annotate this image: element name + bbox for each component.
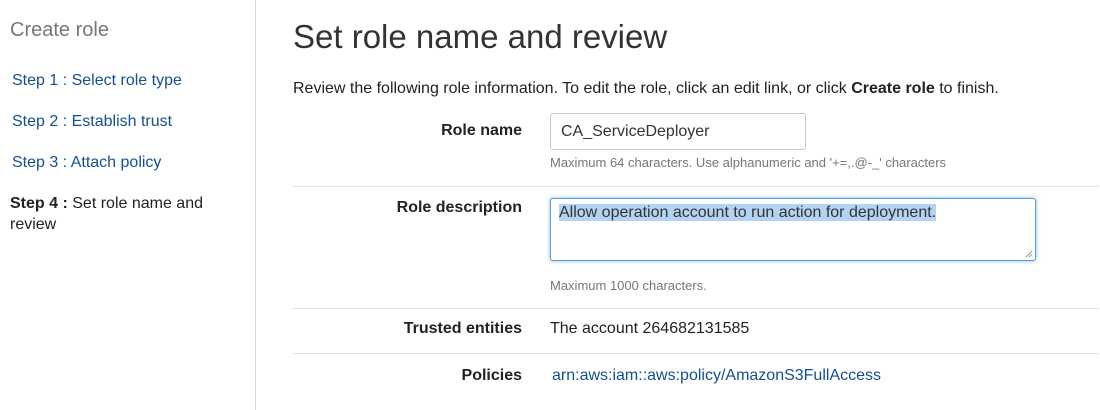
- sidebar-title: Create role: [10, 19, 109, 41]
- intro-text-start: Review the following role information. T…: [293, 80, 852, 97]
- step-3-link[interactable]: Step 3 : Attach policy: [12, 152, 242, 173]
- role-description-hint: Maximum 1000 characters.: [550, 278, 707, 293]
- step-4-prefix: Step 4 :: [10, 195, 68, 212]
- role-name-label: Role name: [441, 122, 522, 139]
- wizard-sidebar: Create role Step 1 : Select role type St…: [0, 0, 256, 410]
- intro-text: Review the following role information. T…: [293, 80, 999, 98]
- step-1-link[interactable]: Step 1 : Select role type: [12, 70, 242, 91]
- role-description-label: Role description: [396, 199, 522, 216]
- trusted-entities-value: The account 264682131585: [550, 320, 750, 337]
- trusted-entities-label: Trusted entities: [403, 320, 522, 337]
- divider: [293, 186, 1099, 187]
- policies-label: Policies: [461, 367, 522, 384]
- role-description-textarea[interactable]: Allow operation account to run action fo…: [550, 198, 1036, 261]
- intro-text-bold: Create role: [851, 80, 935, 97]
- divider: [293, 353, 1099, 354]
- intro-text-end: to finish.: [934, 80, 999, 97]
- step-2-link[interactable]: Step 2 : Establish trust: [12, 111, 242, 132]
- role-name-hint: Maximum 64 characters. Use alphanumeric …: [550, 155, 947, 170]
- role-name-input[interactable]: CA_ServiceDeployer: [550, 113, 806, 150]
- page-title: Set role name and review: [293, 18, 668, 55]
- resize-handle-icon[interactable]: [1025, 250, 1033, 258]
- step-4-current: Step 4 : Set role name and review: [10, 193, 240, 235]
- role-description-text: Allow operation account to run action fo…: [559, 204, 937, 221]
- policy-link[interactable]: arn:aws:iam::aws:policy/AmazonS3FullAcce…: [552, 367, 881, 385]
- divider: [293, 308, 1099, 309]
